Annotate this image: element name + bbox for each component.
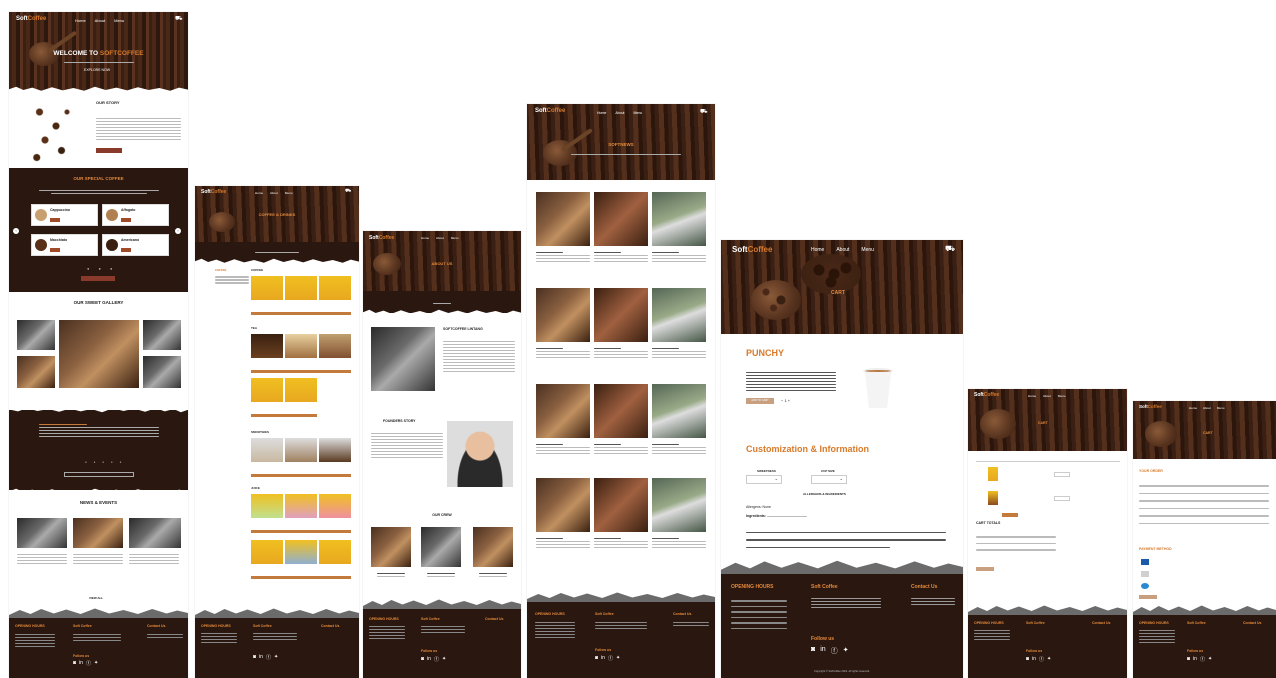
add-to-cart-button[interactable]: ADD TO CART (746, 398, 774, 404)
twitter-icon: ✦ (93, 660, 99, 666)
sweetness-select[interactable]: ⌄ (746, 475, 782, 484)
coffee-beans-image (23, 98, 78, 168)
carousel-dots[interactable]: ● ● ● (87, 266, 116, 271)
cart-page-thumbnail[interactable]: SoftCoffee Home About Menu CART CART TOTAL… (968, 389, 1127, 678)
cart-totals-title: CART TOTALS (976, 521, 1001, 525)
payment-method-title: PAYMENT METHOD (1139, 547, 1172, 551)
news-hero-title: SOFTNEWS (608, 142, 634, 147)
product-cup-image (861, 368, 895, 410)
special-coffee-section: OUR SPECIAL COFFEE Cappuccino Affogato M… (9, 168, 188, 292)
crew-photo-3 (473, 527, 513, 567)
payment-option-3[interactable] (1141, 583, 1149, 589)
founder-photo (447, 421, 513, 487)
special-card-3[interactable]: Macchiato (31, 234, 98, 256)
special-card-2[interactable]: Affogato (102, 204, 169, 226)
facebook-icon: ⓕ (85, 661, 91, 667)
facebook-icon: ⓕ (830, 648, 838, 655)
copyright: Copyright © SoftCoffee 2022. All rights … (814, 670, 870, 673)
menu-category-list: COFFEE (215, 268, 249, 285)
news-image-1[interactable] (17, 518, 67, 548)
size-select[interactable]: ⌄ (811, 475, 847, 484)
social-icons[interactable]: ◙ in ⓕ ✦ (73, 660, 98, 667)
nav-menu[interactable]: Menu (114, 18, 124, 23)
view-all-link[interactable]: VIEW ALL (89, 596, 103, 600)
founder-title: FOUNDERS STORY (383, 419, 416, 423)
quantity-stepper[interactable]: − 1 + (781, 398, 790, 403)
news-page-thumbnail[interactable]: SoftCoffee Home About Menu ⛟ SOFTNEWS OPEN… (527, 104, 715, 678)
gallery-image-2[interactable] (143, 320, 181, 350)
news-image-2[interactable] (73, 518, 123, 548)
customization-title: Customization & Information (746, 444, 869, 454)
gallery-image-3[interactable] (17, 356, 55, 388)
crew-title: OUR CREW (432, 513, 452, 517)
nav-about[interactable]: About (95, 18, 105, 23)
carousel-prev-icon[interactable]: ‹ (13, 228, 19, 234)
testimonial-section: ● ● ● ● ● (9, 410, 188, 490)
news-title: NEWS & EVENTS (79, 500, 118, 505)
home-hero: SoftCoffee Home About Menu ⛟ WELCOME TO … (9, 12, 188, 92)
product-hero-title: CART (831, 290, 845, 296)
read-more-button[interactable] (96, 148, 122, 153)
crew-photo-1 (371, 527, 411, 567)
menu-section-title: COFFEE (251, 268, 264, 272)
menu-hero-title: COFFEE & DRINKS (258, 212, 296, 217)
about-page-thumbnail[interactable]: SoftCoffee Home About Menu ABOUT US SOFTCO… (363, 231, 521, 678)
checkout-button[interactable] (976, 567, 994, 571)
hero-title: WELCOME TO SOFTCOFFEE (53, 50, 144, 57)
instagram-icon: ◙ (73, 660, 77, 666)
special-card-1[interactable]: Cappuccino (31, 204, 98, 226)
news-image-3[interactable] (129, 518, 181, 548)
carousel-next-icon[interactable]: › (175, 228, 181, 234)
menu-page-thumbnail[interactable]: SoftCoffee Home About Menu ⛟ COFFEE & DRIN… (195, 186, 359, 678)
checkout-page-thumbnail[interactable]: SoftCoffee Home About Menu CART YOUR ORDER… (1133, 401, 1276, 678)
your-order-title: YOUR ORDER (1139, 469, 1163, 473)
brand-logo[interactable]: SoftCoffee (16, 16, 46, 22)
social-icons[interactable]: ◙ in ⓕ ✦ (811, 646, 849, 656)
special-title: OUR SPECIAL COFFEE (73, 176, 124, 181)
about-hero-title: ABOUT US (431, 261, 453, 266)
cart-icon[interactable]: ⛟ (175, 15, 183, 23)
cart-hero-title: CART (1038, 421, 1048, 425)
gallery-image-main[interactable] (59, 320, 139, 388)
payment-option-1[interactable] (1141, 559, 1149, 565)
special-card-4[interactable]: Americano (102, 234, 169, 256)
instagram-icon: ◙ (811, 646, 816, 653)
product-name: PUNCHY (746, 348, 785, 358)
linkedin-icon: in (79, 660, 83, 666)
about-story-title: SOFTCOFFEE LINTANG (443, 327, 483, 331)
home-footer: OPENING HOURS Soft Coffee Contact Us Fol… (9, 618, 188, 678)
checkout-hero-title: CART (1203, 431, 1213, 435)
gallery-title: OUR SWEET GALLERY (73, 300, 124, 305)
twitter-icon: ✦ (842, 647, 849, 654)
shop-photo (371, 327, 435, 391)
crew-photo-2 (421, 527, 461, 567)
payment-option-2[interactable] (1141, 571, 1149, 577)
linkedin-icon: in (820, 646, 826, 653)
explore-button[interactable]: EXPLORE NOW (84, 68, 110, 72)
nav-links: Home About Menu (75, 18, 124, 23)
product-page-thumbnail[interactable]: SoftCoffee Home About Menu ⛟ CART PUNCHY A… (721, 240, 963, 678)
nav-home[interactable]: Home (75, 18, 86, 23)
see-menu-button[interactable] (81, 276, 115, 281)
gallery-image-4[interactable] (143, 356, 181, 388)
gallery-image-1[interactable] (17, 320, 55, 350)
story-title: OUR STORY (96, 100, 120, 105)
place-order-button[interactable] (1139, 595, 1157, 599)
home-page-thumbnail[interactable]: SoftCoffee Home About Menu ⛟ WELCOME TO … (9, 12, 188, 678)
